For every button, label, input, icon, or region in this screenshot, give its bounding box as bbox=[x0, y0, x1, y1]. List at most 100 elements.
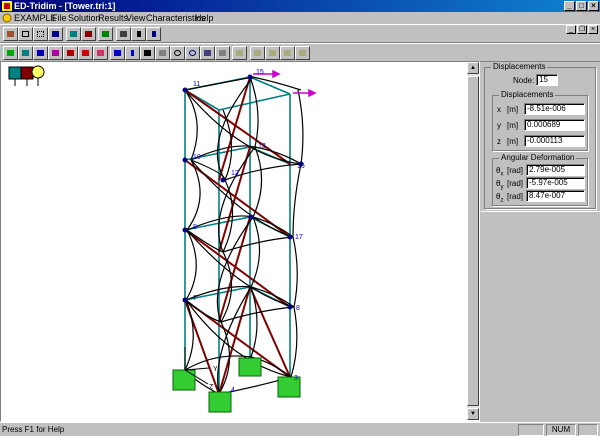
theta-x-label: θx bbox=[496, 166, 504, 178]
canvas-scrollbar[interactable]: ▲ ▼ bbox=[467, 62, 479, 420]
theta-z-unit: [rad] bbox=[507, 192, 524, 201]
svg-text:3: 3 bbox=[294, 375, 298, 382]
diagram-n-icon[interactable] bbox=[93, 46, 108, 60]
svg-text:11: 11 bbox=[193, 81, 200, 88]
view-side-icon[interactable] bbox=[265, 46, 280, 60]
supports-icon[interactable] bbox=[33, 46, 48, 60]
scroll-up-icon[interactable]: ▲ bbox=[467, 62, 479, 74]
theta-y-field[interactable]: -5.97e-005 bbox=[526, 177, 585, 189]
menu-results[interactable]: Results bbox=[98, 12, 128, 24]
open-icon[interactable] bbox=[3, 27, 18, 41]
rotate-icon[interactable] bbox=[232, 46, 247, 60]
title-bar: ED-Tridim - [Tower.tri:1] _ □ × bbox=[0, 0, 600, 12]
toolbar-main bbox=[0, 24, 600, 43]
status-text: Press F1 for Help bbox=[2, 425, 65, 434]
svg-text:15: 15 bbox=[256, 69, 264, 76]
diagram-m-icon[interactable] bbox=[63, 46, 78, 60]
axis-label-z: Z bbox=[209, 384, 214, 391]
status-bar: Press F1 for Help NUM bbox=[0, 422, 600, 436]
theta-x-unit: [rad] bbox=[507, 166, 524, 175]
svg-text:17: 17 bbox=[295, 234, 303, 241]
help-icon[interactable] bbox=[131, 27, 146, 41]
pan-icon[interactable] bbox=[200, 46, 215, 60]
zoom-icon[interactable] bbox=[170, 46, 185, 60]
y-unit-label: [m] bbox=[507, 121, 519, 130]
model-canvas[interactable]: Y Z 11 15 13 16 12 10 9 17 7 8 3 4 bbox=[0, 61, 480, 422]
toolbar-view bbox=[0, 43, 600, 62]
node-label: Node: bbox=[513, 76, 535, 85]
menu-help[interactable]: Help bbox=[195, 12, 214, 24]
theta-y-unit: [rad] bbox=[507, 179, 524, 188]
svg-text:4: 4 bbox=[231, 387, 235, 394]
angular-deformation-title: Angular Deformation bbox=[499, 153, 577, 162]
calculate-icon[interactable] bbox=[98, 27, 113, 41]
svg-text:10: 10 bbox=[193, 154, 201, 161]
status-num: NUM bbox=[546, 424, 576, 436]
y-axis-label: y bbox=[497, 121, 501, 130]
svg-text:7: 7 bbox=[193, 295, 197, 302]
view-front-icon[interactable] bbox=[250, 46, 265, 60]
section-icon[interactable] bbox=[66, 27, 81, 41]
grid-icon[interactable] bbox=[33, 27, 48, 41]
scroll-down-icon[interactable]: ▼ bbox=[467, 408, 479, 420]
svg-text:12: 12 bbox=[231, 170, 239, 177]
menu-solution[interactable]: Solution bbox=[68, 12, 101, 24]
svg-text:13: 13 bbox=[258, 143, 266, 150]
menu-bar: EXAMPLE File Solution Results View Chara… bbox=[0, 12, 600, 34]
node-info-icon[interactable] bbox=[110, 46, 125, 60]
frame-icon[interactable] bbox=[18, 27, 33, 41]
menu-file[interactable]: File bbox=[52, 12, 67, 24]
z-unit-label: [m] bbox=[507, 137, 519, 146]
z-displacement-field[interactable]: -0.000113 bbox=[524, 135, 585, 147]
view-iso-icon[interactable] bbox=[295, 46, 310, 60]
status-cell-caps bbox=[518, 424, 544, 436]
group-title: Displacements bbox=[491, 62, 548, 71]
y-displacement-field[interactable]: 0.000689 bbox=[524, 119, 585, 131]
angular-deformation-group: Angular Deformation θx [rad] 2.79e-005 θ… bbox=[492, 153, 588, 206]
theta-y-label: θy bbox=[496, 179, 504, 191]
panel-divider bbox=[481, 211, 600, 212]
bracing bbox=[184, 76, 291, 395]
displacements-group: Displacements Node: 15 Displacements x [… bbox=[484, 62, 596, 209]
menu-example[interactable]: EXAMPLE bbox=[14, 12, 57, 24]
print-icon[interactable] bbox=[116, 27, 131, 41]
diagram-v-icon[interactable] bbox=[78, 46, 93, 60]
linear-displacements-title: Displacements bbox=[499, 90, 556, 99]
loads-icon[interactable] bbox=[48, 46, 63, 60]
view-top-icon[interactable] bbox=[280, 46, 295, 60]
redraw-icon[interactable] bbox=[215, 46, 230, 60]
bar-info-icon[interactable] bbox=[125, 46, 140, 60]
document-icon[interactable] bbox=[2, 13, 12, 23]
node-field[interactable]: 15 bbox=[536, 74, 558, 86]
minimize-icon[interactable]: _ bbox=[564, 1, 575, 11]
context-help-icon[interactable] bbox=[146, 27, 161, 41]
svg-text:8: 8 bbox=[296, 305, 300, 312]
deformed-icon[interactable] bbox=[140, 46, 155, 60]
material-icon[interactable] bbox=[81, 27, 96, 41]
beam-icon[interactable] bbox=[48, 27, 63, 41]
theta-z-field[interactable]: 8.47e-007 bbox=[526, 190, 585, 202]
z-axis-label: z bbox=[497, 137, 501, 146]
x-unit-label: [m] bbox=[507, 105, 519, 114]
app-icon[interactable] bbox=[2, 1, 12, 11]
theta-z-label: θz bbox=[496, 192, 504, 204]
x-displacement-field[interactable]: -8.51e-006 bbox=[524, 103, 585, 115]
view-orientation-icon[interactable] bbox=[8, 65, 45, 86]
maximize-icon[interactable]: □ bbox=[576, 1, 587, 11]
theta-x-field[interactable]: 2.79e-005 bbox=[526, 164, 585, 176]
scroll-thumb[interactable] bbox=[467, 76, 479, 406]
zoom-window-icon[interactable] bbox=[185, 46, 200, 60]
nodes-icon[interactable] bbox=[3, 46, 18, 60]
x-axis-label: x bbox=[497, 105, 501, 114]
svg-text:16: 16 bbox=[297, 163, 305, 170]
tower-model[interactable]: Y Z 11 15 13 16 12 10 9 17 7 8 3 4 bbox=[1, 62, 467, 421]
menu-view[interactable]: View bbox=[126, 12, 145, 24]
node-labels: 11 15 13 16 12 10 9 17 7 8 3 4 bbox=[193, 69, 305, 394]
window-title: ED-Tridim - [Tower.tri:1] bbox=[14, 1, 116, 11]
check-icon[interactable] bbox=[155, 46, 170, 60]
axis-label-y: Y bbox=[213, 366, 218, 373]
bars-icon[interactable] bbox=[18, 46, 33, 60]
close-icon[interactable]: × bbox=[588, 1, 599, 11]
linear-displacements-group: Displacements x [m] -8.51e-006 y [m] 0.0… bbox=[492, 90, 588, 151]
status-cell-scrl bbox=[578, 424, 598, 436]
